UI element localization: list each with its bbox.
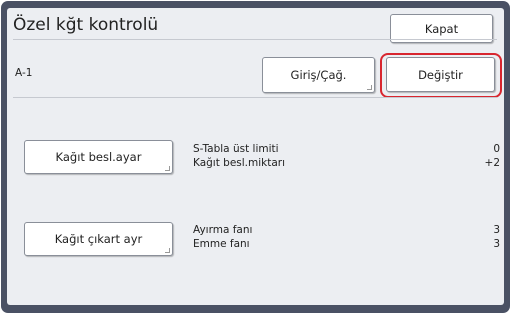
paper-feed-adjust-label: Kağıt besl.ayar — [55, 150, 142, 164]
setting-value: 3 — [493, 224, 500, 236]
paper-eject-adjust-button[interactable]: Kağıt çıkart ayr — [24, 222, 173, 256]
setting-value: 0 — [493, 143, 500, 155]
setting-value: 3 — [493, 238, 500, 250]
setting-label: Ayırma fanı — [193, 224, 253, 236]
corner-mark-icon — [367, 85, 372, 90]
dialog-panel: Özel kğt kontrolü Kapat A-1 Giriş/Çağ. D… — [7, 8, 504, 305]
setting-label: Emme fanı — [193, 238, 250, 250]
setting-value: +2 — [484, 157, 500, 169]
page-title: Özel kğt kontrolü — [13, 15, 159, 35]
divider-middle — [13, 97, 497, 98]
close-button-label: Kapat — [424, 21, 459, 36]
corner-mark-icon — [165, 248, 170, 253]
input-call-button-label: Giriş/Çağ. — [290, 68, 347, 82]
corner-mark-icon — [165, 166, 170, 171]
dialog-frame: Özel kğt kontrolü Kapat A-1 Giriş/Çağ. D… — [1, 1, 510, 313]
change-button-label: Değiştir — [418, 67, 463, 82]
setting-label: Kağıt besl.miktarı — [193, 157, 286, 169]
entry-name: A-1 — [15, 67, 33, 79]
input-call-button[interactable]: Giriş/Çağ. — [262, 57, 375, 93]
paper-feed-adjust-button[interactable]: Kağıt besl.ayar — [24, 140, 173, 174]
divider-top — [13, 39, 497, 40]
setting-label: S-Tabla üst limiti — [193, 143, 279, 155]
paper-eject-adjust-label: Kağıt çıkart ayr — [54, 232, 143, 246]
change-button[interactable]: Değiştir — [386, 57, 495, 92]
